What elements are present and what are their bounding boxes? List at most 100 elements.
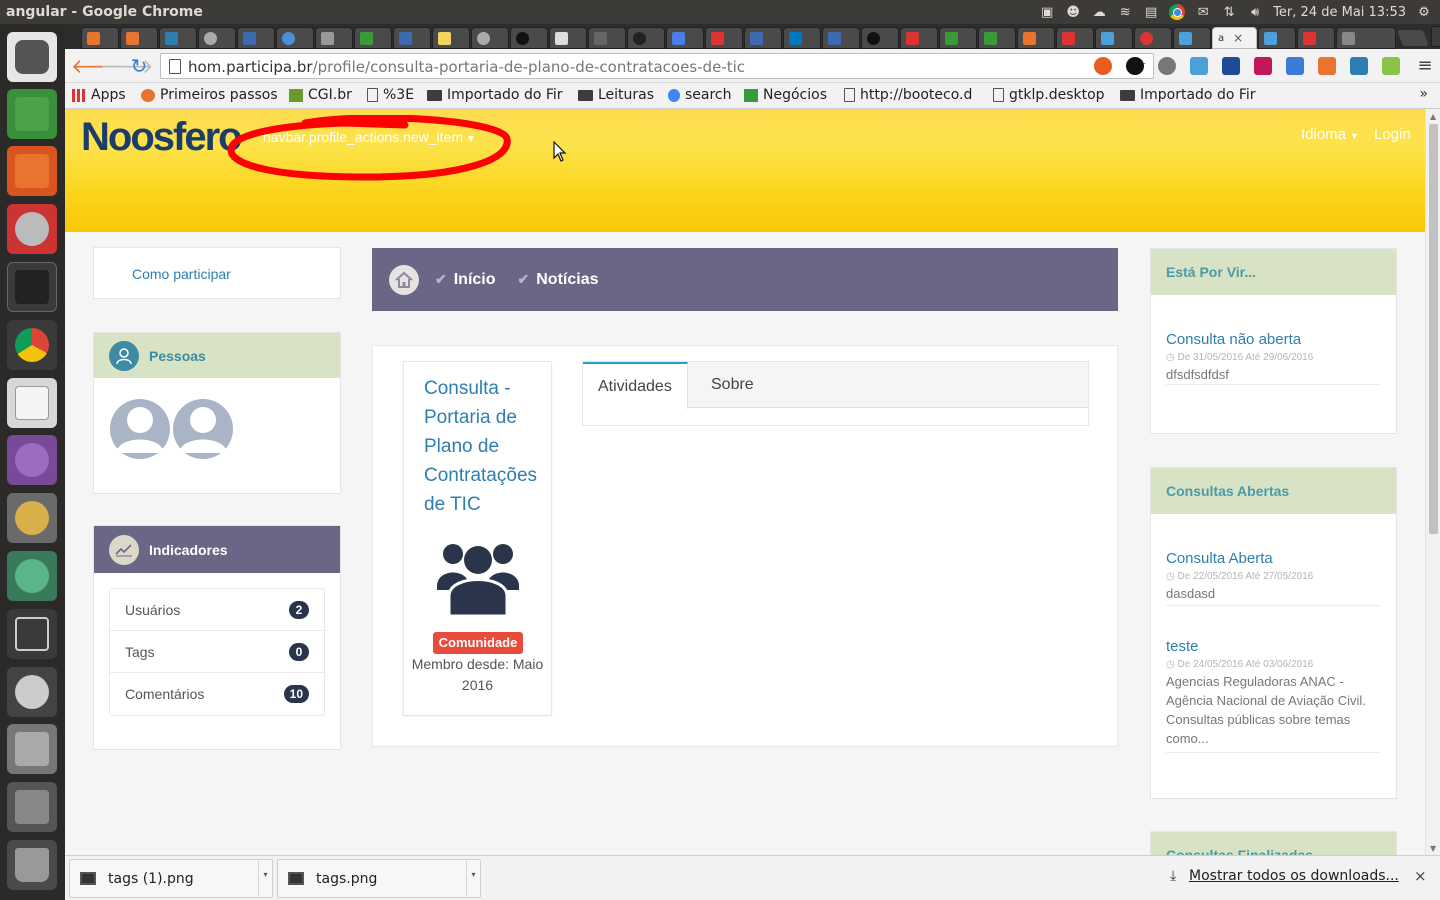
browser-tab[interactable] [666,27,704,49]
browser-tab-active[interactable]: a × [1212,27,1257,49]
extension-icon[interactable] [1350,57,1368,75]
avatar[interactable] [109,395,171,463]
browser-tab[interactable] [393,27,431,49]
chrome-menu-icon[interactable]: ≡ [1414,55,1436,77]
download-extension-icon[interactable] [1286,57,1304,75]
clipboard-indicator-icon[interactable]: ▤ [1143,4,1159,20]
show-all-downloads-link[interactable]: Mostrar todos os downloads... [1189,868,1399,884]
extension-icon[interactable] [1382,57,1400,75]
browser-tab[interactable] [1017,27,1055,49]
chrome-launcher-icon[interactable] [7,320,57,370]
browser-tab[interactable] [471,27,509,49]
extension-icon[interactable] [1126,57,1144,75]
speaker-app-icon[interactable] [7,493,57,543]
browser-tab[interactable] [354,27,392,49]
text-editor-icon[interactable] [7,378,57,428]
browser-tab[interactable] [1336,27,1396,49]
page-scrollbar[interactable]: ▲ ▼ [1425,109,1440,855]
how-to-participate-link[interactable]: Como participar [132,266,231,282]
browser-tab[interactable] [237,27,275,49]
browser-tab[interactable] [978,27,1016,49]
bookmark-apps[interactable]: Apps [72,85,126,105]
indicator-row-tags[interactable]: Tags 0 [110,631,324,673]
breadcrumb-item-noticias[interactable]: ✔ Notícias [518,271,599,289]
download-item[interactable]: tags.png ▾ [277,859,481,898]
clock[interactable]: Ter, 24 de Mai 13:53 [1273,5,1406,20]
workspace-switcher-icon[interactable] [7,609,57,659]
usb-drive-icon[interactable] [7,724,57,774]
bookmark-booteco[interactable]: http://booteco.d [844,85,972,105]
home-icon[interactable] [389,264,419,295]
extension-icon[interactable] [1190,57,1208,75]
url-text[interactable]: hom.participa.br/profile/consulta-portar… [188,58,745,76]
site-logo[interactable]: Noosfero [81,115,243,160]
browser-tab[interactable] [159,27,197,49]
browser-tab[interactable] [1056,27,1094,49]
chrome-indicator-icon[interactable] [1169,4,1186,20]
profile-name[interactable]: Consulta - Portaria de Plano de Contrata… [424,374,549,519]
scroll-up-icon[interactable]: ▲ [1430,112,1436,121]
software-center-icon[interactable] [7,89,57,139]
browser-tab[interactable] [315,27,353,49]
browser-tab[interactable] [822,27,860,49]
system-settings-icon[interactable] [7,204,57,254]
forward-arrow-icon[interactable]: 🡒 [100,55,154,77]
browser-tab[interactable] [549,27,587,49]
network-indicator-icon[interactable]: ⇅ [1221,4,1237,20]
browser-tab[interactable] [783,27,821,49]
browser-tab[interactable] [900,27,938,49]
browser-tab[interactable] [1095,27,1133,49]
address-bar[interactable]: hom.participa.br/profile/consulta-portar… [160,53,1154,79]
session-gear-icon[interactable]: ⚙ [1416,4,1432,20]
scrollbar-thumb[interactable] [1429,124,1438,534]
terminal-icon[interactable] [7,262,57,312]
extension-icon[interactable] [1158,57,1176,75]
browser-tab[interactable] [1173,27,1211,49]
weather-indicator-icon[interactable]: ☁ [1091,4,1107,20]
language-dropdown[interactable]: Idioma ▼ [1301,126,1359,143]
reload-icon[interactable]: ↻ [128,55,150,77]
bookmark-negocios[interactable]: Negócios [744,85,827,105]
tab-sobre[interactable]: Sobre [696,362,769,408]
back-arrow-icon[interactable]: 🡐 [71,55,125,77]
bookmark-folder[interactable]: Importado do Fir [427,85,563,105]
pidgin-icon[interactable] [7,435,57,485]
browser-tab[interactable] [705,27,743,49]
bookmark-search[interactable]: search [668,85,732,105]
event-title-link[interactable]: Consulta Aberta [1166,550,1381,567]
indicator-row-comments[interactable]: Comentários 10 [110,673,324,715]
pidgin-indicator-icon[interactable]: ☻ [1065,4,1081,20]
avatar[interactable] [172,395,234,463]
extension-icon[interactable] [1094,57,1112,75]
download-options-icon[interactable]: ▾ [258,860,272,897]
browser-tab[interactable] [1258,27,1296,49]
tab-close-icon[interactable]: × [1233,31,1243,45]
extension-icon[interactable] [1254,57,1272,75]
wifi-indicator-icon[interactable]: ≋ [1117,4,1133,20]
bookmark-folder-leituras[interactable]: Leituras [578,85,654,105]
browser-tab[interactable] [627,27,665,49]
browser-tab[interactable] [939,27,977,49]
bookmark-gtklp[interactable]: gtklp.desktop [993,85,1105,105]
browser-tab[interactable] [81,27,119,49]
browser-tab[interactable] [276,27,314,49]
event-title-link[interactable]: Consulta não aberta [1166,331,1381,348]
dash-launcher-icon[interactable] [7,32,57,82]
bookmark-primeiros-passos[interactable]: Primeiros passos [141,85,278,105]
browser-tab[interactable] [588,27,626,49]
trash-icon[interactable] [7,840,57,890]
new-tab-button[interactable] [1397,30,1429,46]
browser-tab[interactable] [510,27,548,49]
browser-tab[interactable] [1297,27,1335,49]
indicator-row-users[interactable]: Usuários 2 [110,589,324,631]
atom-icon[interactable] [7,551,57,601]
login-link[interactable]: Login [1374,126,1411,143]
download-options-icon[interactable]: ▾ [466,860,480,897]
browser-tab[interactable] [744,27,782,49]
usb-drive-icon-2[interactable] [7,782,57,832]
bookmark-folder-2[interactable]: Importado do Fir [1120,85,1256,105]
page-info-icon[interactable] [169,59,181,74]
scroll-down-icon[interactable]: ▼ [1430,844,1436,853]
bookmarks-overflow-icon[interactable]: » [1419,86,1428,102]
browser-tab[interactable] [861,27,899,49]
